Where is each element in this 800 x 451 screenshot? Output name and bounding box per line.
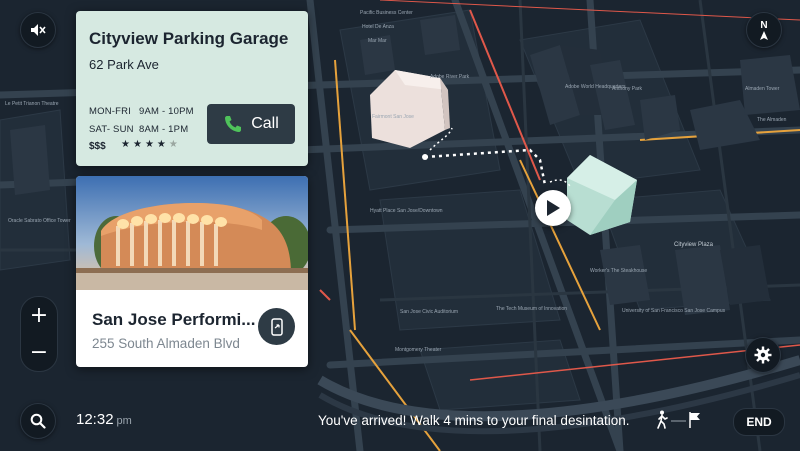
gear-icon (754, 346, 772, 364)
map-label: Fairmont San Jose (372, 114, 414, 120)
mute-icon (31, 24, 46, 36)
map-label: Anthony Park (612, 86, 643, 92)
navigation-arrow-icon (535, 190, 571, 226)
compass-label: N (760, 19, 768, 31)
parking-info-card[interactable]: Cityview Parking Garage 62 Park Ave MON-… (76, 11, 308, 166)
hours-days: MON-FRI (89, 106, 132, 117)
price-level: $$$ (89, 141, 106, 152)
map-label: Hyatt Place San Jose/Downtown (370, 208, 443, 214)
rating-stars: ★★★★★ (121, 139, 181, 150)
map-label: University of San Francisco San Jose Cam… (622, 308, 726, 314)
hours-row: MON-FRI 9AM - 10PM (89, 106, 194, 117)
star-icon: ★ (168, 139, 181, 150)
mute-button[interactable] (20, 12, 56, 48)
map-label: Hotel De Anza (362, 24, 394, 30)
hours-time: 9AM - 10PM (139, 106, 194, 117)
clock: 12:32 pm (76, 411, 132, 428)
parking-address: 62 Park Ave (89, 57, 159, 72)
venue-info-card[interactable]: San Jose Performi... 255 South Almaden B… (76, 176, 308, 367)
star-icon: ★ (156, 139, 169, 150)
send-to-phone-button[interactable] (258, 308, 295, 345)
hours-time: 8AM - 1PM (139, 124, 189, 135)
venue-title: San Jose Performi... (92, 310, 256, 329)
zoom-in-button[interactable]: + (30, 304, 48, 327)
map-label: Mar Mar (368, 38, 387, 44)
walk-to-destination (657, 410, 700, 429)
compass-button[interactable]: N (746, 12, 782, 48)
hours-days: SAT- SUN (89, 124, 134, 135)
venue-address: 255 South Almaden Blvd (92, 336, 240, 351)
map-label: Pacific Business Center (360, 10, 413, 16)
end-navigation-button[interactable]: END (733, 408, 785, 436)
map-label: Montgomery Theater (395, 347, 442, 353)
star-icon: ★ (132, 139, 145, 150)
map-label: Cityview Plaza (674, 242, 714, 248)
map-label: Worker's The Steakhouse (590, 268, 647, 274)
compass-icon (760, 30, 768, 40)
map-label: The Almaden (757, 117, 787, 123)
map-label: Le Petit Trianon Theatre (5, 101, 59, 107)
phone-icon (225, 116, 242, 132)
call-label: Call (251, 115, 279, 132)
star-icon: ★ (144, 139, 157, 150)
hours-row: SAT- SUN 8AM - 1PM (89, 124, 188, 135)
map-label: Almaden Tower (745, 86, 780, 92)
call-button[interactable]: Call (207, 104, 295, 144)
venue-photo (76, 176, 308, 290)
map-label: San Jose Civic Auditorium (400, 309, 458, 315)
star-icon: ★ (121, 139, 133, 150)
settings-button[interactable] (745, 337, 781, 373)
zoom-out-button[interactable]: − (30, 341, 48, 364)
map-label: The Tech Museum of Innovation (496, 306, 567, 312)
flag-icon (689, 412, 700, 428)
map-label: Oracle Sabrato Office Tower (8, 218, 71, 224)
map-label: Adobe River Park (430, 74, 470, 80)
clock-ampm: pm (116, 415, 132, 427)
arrival-message: You've arrived! Walk 4 mins to your fina… (318, 413, 630, 428)
parking-title: Cityview Parking Garage (89, 29, 289, 48)
transfer-phone-icon (270, 317, 283, 336)
walk-icon (657, 410, 668, 429)
zoom-control: + − (20, 296, 58, 372)
clock-time: 12:32 (76, 411, 114, 428)
